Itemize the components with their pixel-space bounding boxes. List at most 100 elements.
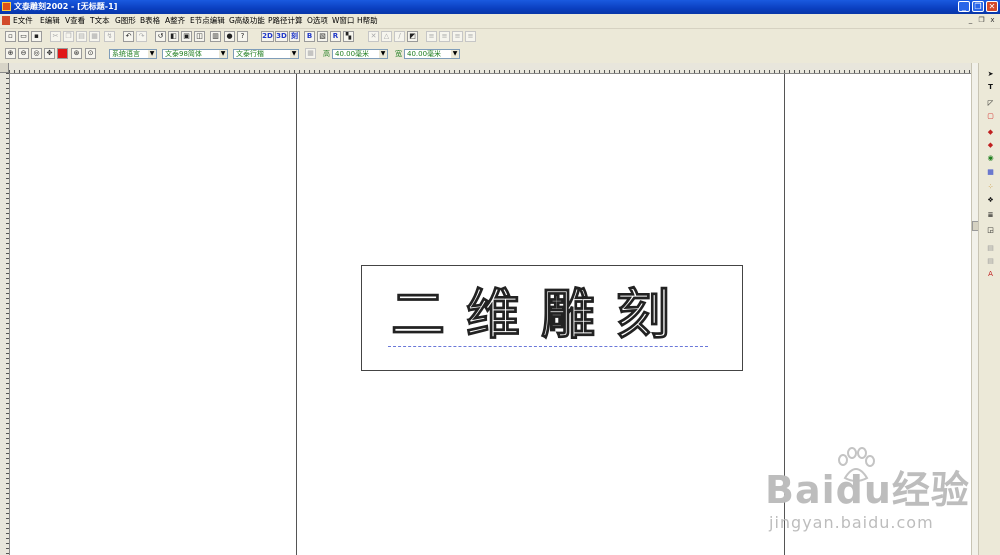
color-icon[interactable] <box>57 48 68 59</box>
menu-graphics[interactable]: G图形 <box>115 16 136 26</box>
align-icon[interactable]: ≣ <box>985 210 996 221</box>
delete-icon[interactable]: ▦ <box>89 31 100 42</box>
height-label: 高 <box>323 50 330 58</box>
align-left-icon[interactable]: ≡ <box>426 31 437 42</box>
redo-icon[interactable]: ↷ <box>136 31 147 42</box>
language-select[interactable]: 系统语言 ▼ <box>109 49 157 59</box>
font-select[interactable]: 文泰98简体 ▼ <box>162 49 228 59</box>
rectangle-icon[interactable]: ▢ <box>985 111 996 122</box>
menu-text[interactable]: T文本 <box>90 16 110 26</box>
menu-file[interactable]: E文件 <box>13 16 33 26</box>
mdi-close-button[interactable]: x <box>988 16 997 25</box>
special-effect-icon[interactable]: ❖ <box>985 195 996 206</box>
width-value: 40.00毫米 <box>407 50 442 58</box>
mdi-minimize-button[interactable]: _ <box>966 16 975 25</box>
line-mode-select[interactable]: 文泰行楷 ▼ <box>233 49 299 59</box>
vertical-ruler[interactable] <box>0 73 10 555</box>
watermark-brand: Baidu经验 <box>765 468 970 512</box>
zoom-page-icon[interactable]: ⊛ <box>71 48 82 59</box>
chevron-down-icon: ▼ <box>451 50 459 58</box>
zoom-select-icon[interactable]: ◎ <box>31 48 42 59</box>
slash-icon[interactable]: / <box>394 31 405 42</box>
align-center-icon[interactable]: ≡ <box>439 31 450 42</box>
close-button[interactable]: ✕ <box>986 1 998 12</box>
bulb-icon[interactable]: ● <box>224 31 235 42</box>
print-preview-icon[interactable]: ◫ <box>194 31 205 42</box>
bold-b-button[interactable]: B <box>304 31 315 42</box>
nodes-icon[interactable]: ▚ <box>343 31 354 42</box>
print-icon[interactable]: ▣ <box>181 31 192 42</box>
chevron-down-icon: ▼ <box>379 50 387 58</box>
save-icon[interactable]: ▪ <box>31 31 42 42</box>
cut-icon[interactable]: ✂ <box>50 31 61 42</box>
width-select[interactable]: 40.00毫米 ▼ <box>404 49 460 59</box>
lock-ratio-icon[interactable]: ▦ <box>305 48 316 59</box>
watermark-url: jingyan.baidu.com <box>769 513 934 532</box>
color-fill-icon[interactable]: ◆ <box>985 140 996 151</box>
text-toolbar: ⊕ ⊖ ◎ ✥ ⊛ ⊙ 系统语言 ▼ 文泰98简体 ▼ 文泰行楷 ▼ ▦ 高 4… <box>0 46 1000 64</box>
palette-icon[interactable]: ⁘ <box>985 182 996 193</box>
view-2d-button[interactable]: 2D <box>261 31 274 42</box>
ruler-corner[interactable] <box>0 63 9 73</box>
pointer-icon[interactable]: ➤ <box>985 69 996 80</box>
layer-icon[interactable]: ◲ <box>985 225 996 236</box>
scan-icon[interactable]: ▥ <box>210 31 221 42</box>
zoom-in-icon[interactable]: ⊕ <box>5 48 16 59</box>
shape-icon[interactable]: ◉ <box>985 153 996 164</box>
page-left-border <box>296 74 297 555</box>
export-icon[interactable]: ◧ <box>168 31 179 42</box>
redraw-icon[interactable]: ↯ <box>104 31 115 42</box>
menu-help[interactable]: H帮助 <box>357 16 378 26</box>
view-3d-button[interactable]: 3D <box>275 31 288 42</box>
zoom-all-icon[interactable]: ⊙ <box>85 48 96 59</box>
horizontal-ruler[interactable] <box>9 63 971 74</box>
open-file-icon[interactable]: ▭ <box>18 31 29 42</box>
menu-options[interactable]: O选项 <box>307 16 328 26</box>
menu-path-calc[interactable]: P路径计算 <box>268 16 303 26</box>
width-label: 宽 <box>395 50 402 58</box>
undo-icon[interactable]: ↶ <box>123 31 134 42</box>
menu-window[interactable]: W窗口 <box>332 16 354 26</box>
language-value: 系统语言 <box>112 50 140 58</box>
menu-node-edit[interactable]: E节点编辑 <box>190 16 225 26</box>
app-icon <box>2 2 11 11</box>
table-icon[interactable]: ▦ <box>985 167 996 178</box>
disabled-tool-2-icon[interactable]: ▤ <box>985 256 996 267</box>
height-select[interactable]: 40.00毫米 ▼ <box>332 49 388 59</box>
help-icon[interactable]: ? <box>237 31 248 42</box>
pan-icon[interactable]: ✥ <box>44 48 55 59</box>
menu-advanced[interactable]: G高级功能 <box>229 16 265 26</box>
edit-box-icon[interactable]: ◩ <box>407 31 418 42</box>
zoom-out-icon[interactable]: ⊖ <box>18 48 29 59</box>
menu-table[interactable]: B表格 <box>140 16 160 26</box>
chevron-down-icon: ▼ <box>290 50 298 58</box>
engraved-text[interactable]: 二维雕刻 <box>391 278 691 350</box>
restore-button[interactable]: ❐ <box>972 1 984 12</box>
line-mode-value: 文泰行楷 <box>236 50 264 58</box>
mirror-icon[interactable]: ✕ <box>368 31 379 42</box>
node-edit-icon[interactable]: ◸ <box>985 98 996 109</box>
text-tool-icon[interactable]: T <box>985 82 996 93</box>
chevron-down-icon: ▼ <box>148 50 156 58</box>
standard-toolbar: ▫ ▭ ▪ ✂ ❐ ▤ ▦ ↯ ↶ ↷ ↺ ◧ ▣ ◫ ▥ ● ? 2D 3D … <box>0 29 1000 47</box>
document-icon[interactable] <box>2 16 10 25</box>
menu-edit[interactable]: E编辑 <box>40 16 60 26</box>
import-icon[interactable]: ↺ <box>155 31 166 42</box>
new-file-icon[interactable]: ▫ <box>5 31 16 42</box>
menu-align[interactable]: A整齐 <box>165 16 185 26</box>
align-right-icon[interactable]: ≡ <box>452 31 463 42</box>
text-path-icon[interactable]: A <box>985 269 996 280</box>
fill-icon[interactable]: ◆ <box>985 127 996 138</box>
window-title: 文泰雕刻2002 - [无标题-1] <box>14 2 118 11</box>
mdi-restore-button[interactable]: ❐ <box>977 16 986 25</box>
disabled-tool-icon[interactable]: ▤ <box>985 243 996 254</box>
paste-icon[interactable]: ▤ <box>76 31 87 42</box>
triangle-icon[interactable]: △ <box>381 31 392 42</box>
minimize-button[interactable]: _ <box>958 1 970 12</box>
copy-icon[interactable]: ❐ <box>63 31 74 42</box>
menu-view[interactable]: V查看 <box>65 16 85 26</box>
hatch-icon[interactable]: ▧ <box>317 31 328 42</box>
r-button[interactable]: R <box>330 31 341 42</box>
justify-icon[interactable]: ≡ <box>465 31 476 42</box>
engrave-button[interactable]: 刻 <box>289 31 300 42</box>
